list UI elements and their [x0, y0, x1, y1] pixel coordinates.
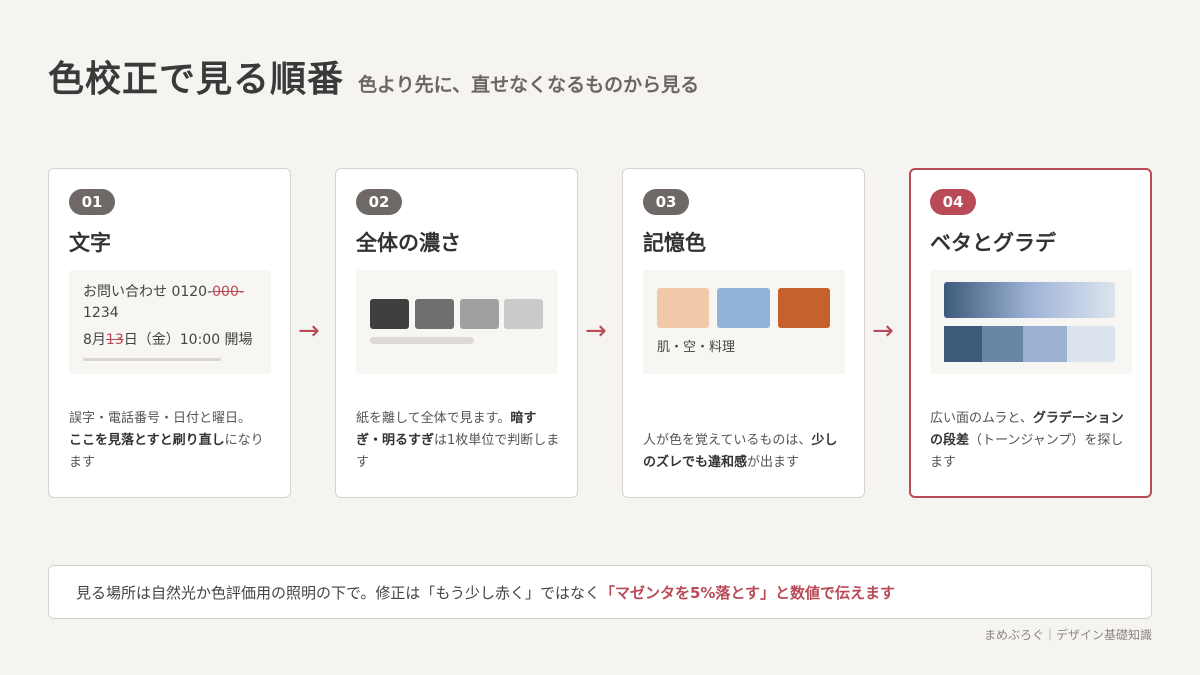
- step-title: 文字: [69, 231, 111, 255]
- phone-line: お問い合わせ 0120-000-: [83, 282, 244, 303]
- arrow-icon: →: [585, 316, 607, 346]
- text-placeholder-bar: [83, 358, 221, 361]
- step-description: 誤字・電話番号・日付と曜日。 ここを見落とすと刷り直しになります: [69, 408, 275, 474]
- desc-text: が出ます: [747, 455, 800, 470]
- header: 色校正で見る順番 色より先に、直せなくなるものから見る: [48, 50, 699, 102]
- gray-swatch: [460, 299, 499, 329]
- phone-error-struck: 000-: [212, 284, 244, 300]
- step-title: ベタとグラデ: [930, 231, 1056, 255]
- step-number-badge: 03: [643, 189, 689, 215]
- steps-flow: 01 文字 お問い合わせ 0120-000- 1234 8月13日（金）10:0…: [48, 168, 1152, 498]
- date-error-struck: 13: [105, 332, 124, 348]
- desc-text: 広い面のムラと、: [930, 411, 1033, 426]
- gradient-band: [982, 326, 1023, 362]
- page-title: 色校正で見る順番: [48, 59, 345, 100]
- desc-text: 人が色を覚えているものは、: [643, 433, 812, 448]
- date-line: 8月13日（金）10:00 開場: [83, 330, 253, 351]
- step-description: 人が色を覚えているものは、少しのズレでも違和感が出ます: [643, 430, 849, 474]
- credit: まめぶろぐ｜デザイン基礎知識: [983, 628, 1152, 642]
- step-title: 全体の濃さ: [356, 231, 461, 255]
- step-title: 記憶色: [643, 231, 706, 255]
- date-text: 8月: [83, 332, 106, 348]
- viewing-note: 見る場所は自然光か色評価用の照明の下で。修正は「もう少し赤く」ではなく 「マゼンタ…: [48, 565, 1152, 619]
- gray-swatch: [415, 299, 454, 329]
- step-card-memory-color: 03 記憶色 肌・空・料理 人が色を覚えているものは、少しのズレでも違和感が出ま…: [622, 168, 865, 498]
- phone-text: お問い合わせ 0120-: [83, 284, 213, 300]
- sky-swatch: [717, 288, 770, 328]
- gradient-band: [1067, 326, 1115, 362]
- step-card-density: 02 全体の濃さ 紙を離して全体で見ます。暗すぎ・明るすぎは1枚単位で判断します: [335, 168, 578, 498]
- gradient-sample: [930, 270, 1132, 374]
- density-sample: [356, 270, 558, 374]
- step-number-badge: 01: [69, 189, 115, 215]
- skin-swatch: [657, 288, 709, 328]
- gradient-band: [944, 326, 982, 362]
- food-swatch: [778, 288, 830, 328]
- note-emphasis: 「マゼンタを5%落とす」と数値で伝えます: [599, 583, 895, 602]
- smooth-gradient: [944, 282, 1115, 318]
- step-number-badge: 04: [930, 189, 976, 215]
- gradient-band: [1023, 326, 1067, 362]
- step-description: 紙を離して全体で見ます。暗すぎ・明るすぎは1枚単位で判断します: [356, 408, 562, 474]
- arrow-icon: →: [872, 316, 894, 346]
- phone-line-cont: 1234: [83, 305, 119, 321]
- desc-text: 紙を離して全体で見ます。: [356, 411, 511, 426]
- placeholder-bar: [370, 337, 474, 344]
- text-proof-sample: お問い合わせ 0120-000- 1234 8月13日（金）10:00 開場: [69, 270, 271, 374]
- page-subtitle: 色より先に、直せなくなるものから見る: [358, 74, 700, 96]
- step-card-gradient: 04 ベタとグラデ 広い面のムラと、グラデーションの段差（トーンジャンプ）を探し…: [909, 168, 1152, 498]
- desc-text: 誤字・電話番号・日付と曜日。: [69, 411, 252, 426]
- date-text-suffix: 日（金）10:00 開場: [123, 332, 253, 348]
- step-number-badge: 02: [356, 189, 402, 215]
- memory-color-label: 肌・空・料理: [657, 340, 736, 355]
- step-description: 広い面のムラと、グラデーションの段差（トーンジャンプ）を探します: [930, 408, 1136, 474]
- arrow-icon: →: [298, 316, 320, 346]
- memory-color-sample: 肌・空・料理: [643, 270, 845, 374]
- gray-swatch: [370, 299, 409, 329]
- note-text: 見る場所は自然光か色評価用の照明の下で。修正は「もう少し赤く」ではなく: [76, 583, 600, 602]
- desc-emphasis: ここを見落とすと刷り直し: [69, 433, 225, 448]
- step-card-text: 01 文字 お問い合わせ 0120-000- 1234 8月13日（金）10:0…: [48, 168, 291, 498]
- gray-swatch: [504, 299, 543, 329]
